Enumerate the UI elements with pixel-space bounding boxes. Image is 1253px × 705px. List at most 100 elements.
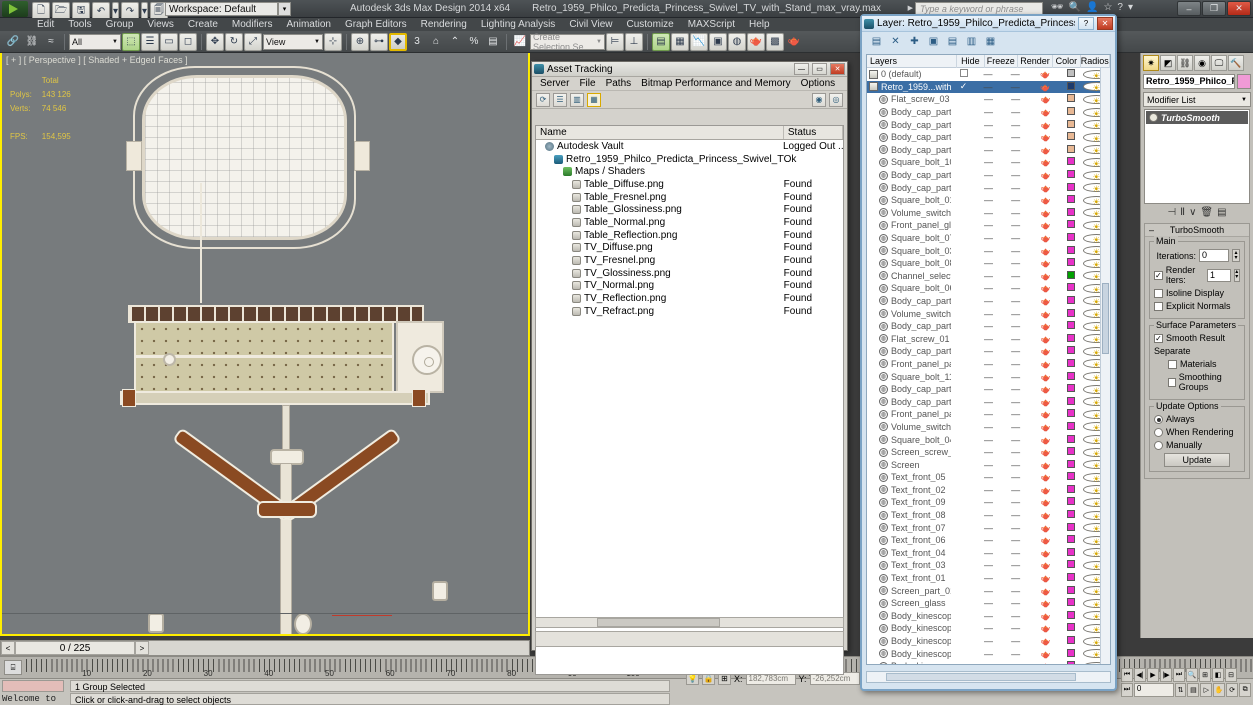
layer-hide-toggle[interactable]: — xyxy=(977,497,1001,507)
teapot-render-icon[interactable]: 🫖 xyxy=(1041,284,1051,293)
layer-render-toggle[interactable]: 🫖 xyxy=(1031,397,1060,407)
asset-row[interactable]: Retro_1959_Philco_Predicta_Princess_Swiv… xyxy=(536,153,843,166)
binoculars-icon[interactable]: 🕶 xyxy=(1051,2,1064,13)
vault-connect-icon[interactable]: ◉ xyxy=(812,93,826,107)
layer-freeze-toggle[interactable]: — xyxy=(1000,145,1031,155)
layer-color-swatch[interactable] xyxy=(1060,661,1083,665)
layer-hide-toggle[interactable]: — xyxy=(977,94,1001,104)
layer-render-toggle[interactable]: 🫖 xyxy=(1031,661,1060,665)
current-frame-field[interactable]: 0 / 225 xyxy=(15,641,135,655)
layer-render-toggle[interactable]: 🫖 xyxy=(1031,107,1060,117)
pin-stack-icon[interactable]: ⊣ xyxy=(1167,207,1176,218)
layer-row[interactable]: ◍Text_front_01——🫖☀ xyxy=(867,572,1110,585)
layer-render-toggle[interactable]: 🫖 xyxy=(1031,548,1060,558)
layer-hide-toggle[interactable]: — xyxy=(977,485,1001,495)
layer-row[interactable]: ◍Body_kinescope,——🫖☀ xyxy=(867,660,1110,665)
teapot-render-icon[interactable]: 🫖 xyxy=(1041,221,1051,230)
layer-render-toggle[interactable]: 🫖 xyxy=(1031,636,1060,646)
asset-scroll-thumb[interactable] xyxy=(597,618,720,627)
layer-close-button[interactable]: ✕ xyxy=(1097,17,1113,30)
iterations-field[interactable]: 0 xyxy=(1199,249,1229,262)
layer-render-toggle[interactable]: 🫖 xyxy=(1031,271,1060,281)
highlight-selected-objects-icon[interactable]: ▤ xyxy=(946,35,959,48)
teapot-render-icon[interactable]: 🫖 xyxy=(1041,436,1051,445)
menu-item-modifiers[interactable]: Modifiers xyxy=(225,19,280,30)
layer-render-toggle[interactable]: 🫖 xyxy=(1031,435,1060,445)
layer-hide-toggle[interactable]: — xyxy=(977,258,1001,268)
column-status[interactable]: Status xyxy=(784,126,843,139)
iterations-spinner[interactable]: ▴▾ xyxy=(1232,249,1240,262)
modifier-stack-item-turbosmooth[interactable]: TurboSmooth xyxy=(1146,111,1248,124)
layer-hide-toggle[interactable]: — xyxy=(977,409,1001,419)
layer-help-button[interactable]: ? xyxy=(1078,17,1094,30)
layer-row[interactable]: ◍Body_cap_part_——🫖☀ xyxy=(867,118,1110,131)
layer-color-swatch[interactable] xyxy=(1060,69,1083,79)
layer-freeze-toggle[interactable]: — xyxy=(1000,296,1031,306)
layer-select-checkbox[interactable]: ✓ xyxy=(951,81,976,92)
layer-hide-toggle[interactable]: — xyxy=(977,183,1001,193)
column-layers[interactable]: Layers xyxy=(867,55,957,68)
teapot-render-icon[interactable]: 🫖 xyxy=(1041,360,1051,369)
layer-row[interactable]: ◍Screen_screw_0——🫖☀ xyxy=(867,446,1110,459)
mini-listener-output[interactable]: Welcome to M xyxy=(2,694,64,705)
prev-frame-button[interactable]: < xyxy=(1,641,15,655)
layer-row[interactable]: Retro_1959...with_✓——🫖☀ xyxy=(867,81,1110,94)
layer-horizontal-scrollbar[interactable] xyxy=(866,671,1111,683)
layer-render-toggle[interactable]: 🫖 xyxy=(1031,183,1060,193)
layer-hide-toggle[interactable]: — xyxy=(977,397,1001,407)
layer-color-swatch[interactable] xyxy=(1060,346,1083,356)
configure-modifier-sets-icon[interactable]: ▤ xyxy=(1217,207,1226,218)
layer-hide-toggle[interactable]: — xyxy=(977,623,1001,633)
rendered-frame-window-icon[interactable]: ▩ xyxy=(766,33,784,51)
teapot-render-icon[interactable]: 🫖 xyxy=(1041,373,1051,382)
layer-render-toggle[interactable]: 🫖 xyxy=(1031,497,1060,507)
layer-color-swatch[interactable] xyxy=(1060,183,1083,193)
layer-freeze-toggle[interactable]: — xyxy=(1000,548,1031,558)
teapot-render-icon[interactable]: 🫖 xyxy=(1041,184,1051,193)
layer-row[interactable]: ◍Body_kinescope,——🫖☀ xyxy=(867,647,1110,660)
layer-render-toggle[interactable]: 🫖 xyxy=(1031,409,1060,419)
layer-row[interactable]: ◍Body_kinescope,——🫖☀ xyxy=(867,610,1110,623)
maximize-viewport-icon[interactable]: ⊟ xyxy=(1225,668,1237,682)
teapot-render-icon[interactable]: 🫖 xyxy=(1041,322,1051,331)
column-name[interactable]: Name xyxy=(536,126,784,139)
orbit-icon[interactable]: ⟳ xyxy=(1226,683,1238,697)
layer-row[interactable]: ◍Text_front_09——🫖☀ xyxy=(867,496,1110,509)
layer-list[interactable]: Layers Hide Freeze Render Color Radios 0… xyxy=(866,54,1111,665)
layer-freeze-toggle[interactable]: — xyxy=(1000,409,1031,419)
zoom-all-icon[interactable]: ⧉ xyxy=(1239,683,1251,697)
teapot-render-icon[interactable]: 🫖 xyxy=(1041,234,1051,243)
asset-row[interactable]: TV_Glossiness.pngFound xyxy=(536,267,843,280)
layer-render-toggle[interactable]: 🫖 xyxy=(1031,258,1060,268)
teapot-render-icon[interactable]: 🫖 xyxy=(1041,448,1051,457)
refresh-icon[interactable]: ⟳ xyxy=(536,93,550,107)
layer-hide-toggle[interactable]: — xyxy=(976,69,1000,79)
layer-freeze-toggle[interactable]: — xyxy=(1000,586,1031,596)
teapot-render-icon[interactable]: 🫖 xyxy=(1041,612,1051,621)
grid-view-icon[interactable]: ▦ xyxy=(587,93,601,107)
layer-hide-toggle[interactable]: — xyxy=(977,208,1001,218)
teapot-render-icon[interactable]: 🫖 xyxy=(1041,259,1051,268)
object-name-field[interactable]: Retro_1959_Philco_Pred xyxy=(1143,74,1235,89)
remove-modifier-icon[interactable]: 🗑 xyxy=(1200,207,1213,218)
layer-freeze-toggle[interactable]: — xyxy=(1000,157,1031,167)
next-frame-icon[interactable]: |▶ xyxy=(1160,668,1172,682)
always-radio[interactable] xyxy=(1154,415,1163,424)
select-by-name-icon[interactable]: ☰ xyxy=(141,33,159,51)
teapot-render-icon[interactable]: 🫖 xyxy=(1041,461,1051,470)
layer-render-toggle[interactable]: 🫖 xyxy=(1031,132,1060,142)
layer-color-swatch[interactable] xyxy=(1060,258,1083,268)
toggle-scene-explorer-icon[interactable]: ▤ xyxy=(652,33,670,51)
tab-utilities[interactable]: 🔨 xyxy=(1228,55,1244,71)
mirror-objects-icon[interactable]: ⊨ xyxy=(606,33,624,51)
close-button[interactable]: ✕ xyxy=(1227,1,1251,16)
layer-window-title-bar[interactable]: Layer: Retro_1959_Philco_Predicta_Prince… xyxy=(862,16,1115,32)
teapot-render-icon[interactable]: 🫖 xyxy=(1041,158,1051,167)
render-production-icon[interactable]: 🫖 xyxy=(785,33,803,51)
mini-listener-input[interactable] xyxy=(2,680,64,692)
layer-row[interactable]: ◍Front_panel_par——🫖☀ xyxy=(867,408,1110,421)
teapot-render-icon[interactable]: 🫖 xyxy=(1040,83,1050,92)
asset-menu-options[interactable]: Options xyxy=(796,78,840,89)
layer-render-toggle[interactable]: 🫖 xyxy=(1031,82,1060,92)
layer-select-checkbox[interactable] xyxy=(951,69,976,79)
